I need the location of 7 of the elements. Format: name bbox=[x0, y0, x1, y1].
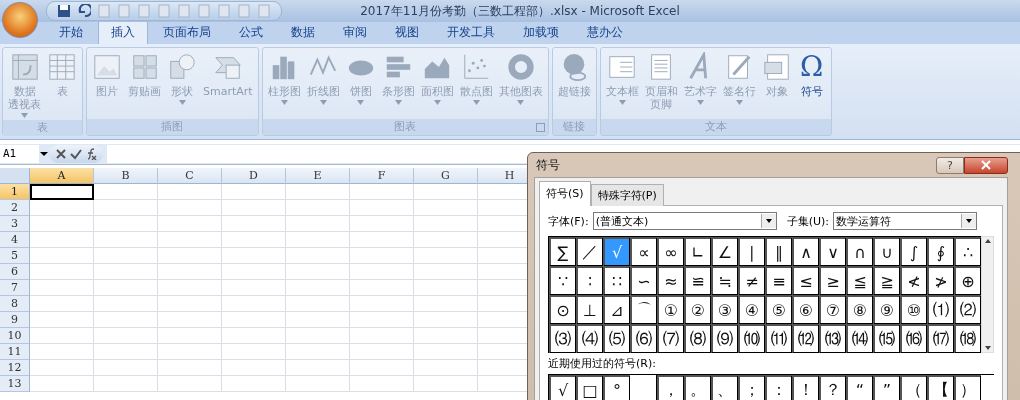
group-label: 文本 bbox=[600, 119, 831, 135]
group-label: 表 bbox=[3, 120, 82, 136]
font-label: 字体(F): bbox=[548, 213, 589, 229]
subset-label: 子集(U): bbox=[786, 213, 829, 229]
recent-symbols-label: 近期使用过的符号(R): bbox=[548, 357, 657, 371]
window-title: 2017年11月份考勤（三数工程部）.xlsx - Microsoft Excel bbox=[359, 2, 681, 20]
group-label: 图表 bbox=[262, 119, 548, 135]
